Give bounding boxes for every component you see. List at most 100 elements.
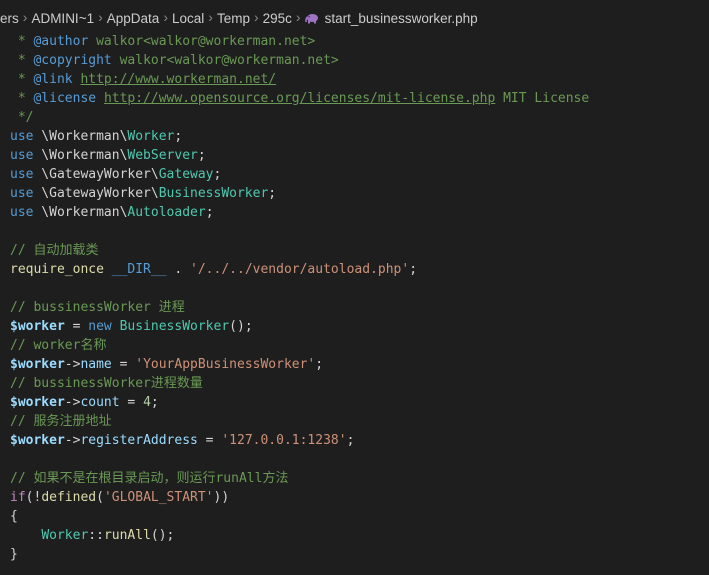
property: registerAddress <box>80 433 198 448</box>
punctuation: ( <box>96 490 104 505</box>
punctuation: (! <box>25 490 42 505</box>
operator: . <box>166 262 191 277</box>
variable: $worker <box>10 433 65 448</box>
breadcrumb-item-local[interactable]: Local <box>172 11 204 26</box>
control-keyword: if <box>10 490 26 505</box>
code-line-10: use \Workerman\Autoloader; <box>0 203 709 222</box>
code-line-16: $worker = new BusinessWorker(); <box>0 317 709 336</box>
breadcrumb-separator: › <box>295 9 301 25</box>
arrow-operator: -> <box>64 357 81 372</box>
comment-space <box>96 91 104 106</box>
keyword: use <box>10 167 34 182</box>
doc-tag: @link <box>33 72 73 87</box>
class-name: WebServer <box>127 148 198 163</box>
property: name <box>80 357 112 372</box>
breadcrumb-item-appdata[interactable]: AppData <box>107 11 160 26</box>
namespace: \GatewayWorker\ <box>33 167 159 182</box>
code-editor[interactable]: * @author walkor<walkor@workerman.net> *… <box>0 32 709 564</box>
function-name: require_once <box>10 262 104 277</box>
namespace: \Workerman\ <box>33 148 128 163</box>
breadcrumb-separator: › <box>98 9 103 25</box>
breadcrumb-item-admini[interactable]: ADMINI~1 <box>31 11 94 26</box>
property: count <box>80 395 120 410</box>
code-line-15: // bussinessWorker 进程 <box>10 300 185 315</box>
code-line-7: use \Workerman\WebServer; <box>0 146 709 165</box>
operator: = <box>64 319 89 334</box>
operator: = <box>197 433 222 448</box>
operator: = <box>119 395 144 410</box>
punctuation: ; <box>315 357 324 372</box>
comment-text: MIT License <box>495 91 590 106</box>
code-line-12: // 自动加载类 <box>10 243 99 258</box>
code-line-4: * @license http://www.opensource.org/lic… <box>0 89 709 108</box>
keyword: use <box>10 129 34 144</box>
code-line-20: $worker->count = 4; <box>0 393 709 412</box>
punctuation: )) <box>213 490 230 505</box>
class-name: Worker <box>41 528 89 543</box>
keyword: new <box>88 319 112 334</box>
code-line-6: use \Workerman\Worker; <box>0 127 709 146</box>
punctuation: ; <box>174 129 183 144</box>
comment-link[interactable]: http://www.workerman.net/ <box>80 72 276 87</box>
comment-text: walkor<walkor@workerman.net> <box>88 34 316 49</box>
comment-text: walkor<walkor@workerman.net> <box>111 53 339 68</box>
code-line-19: // bussinessWorker进程数量 <box>10 376 203 391</box>
breadcrumb: ers › ADMINI~1 › AppData › Local › Temp … <box>0 0 709 36</box>
comment-link[interactable]: http://www.opensource.org/licenses/mit-l… <box>104 91 495 106</box>
breadcrumb-separator: › <box>208 9 213 25</box>
breadcrumb-file-name[interactable]: start_businessworker.php <box>325 11 478 26</box>
php-elephant-icon <box>304 13 318 23</box>
doc-tag: @license <box>33 91 97 106</box>
code-line-2: * @copyright walkor<walkor@workerman.net… <box>0 51 709 70</box>
string-literal: 'YourAppBusinessWorker' <box>135 357 316 372</box>
code-line-25: if(!defined('GLOBAL_START')) <box>0 488 709 507</box>
code-line-17: // worker名称 <box>10 338 107 353</box>
punctuation: ; <box>150 395 159 410</box>
magic-constant: __DIR__ <box>111 262 167 277</box>
doc-tag: @copyright <box>33 53 112 68</box>
variable: $worker <box>10 319 65 334</box>
code-line-1: * @author walkor<walkor@workerman.net> <box>0 32 709 51</box>
class-name: BusinessWorker <box>158 186 269 201</box>
breadcrumb-item-295c[interactable]: 295c <box>263 11 292 26</box>
breadcrumb-separator: › <box>22 9 28 25</box>
punctuation: ; <box>268 186 277 201</box>
function-name: defined <box>41 490 97 505</box>
code-line-22: $worker->registerAddress = '127.0.0.1:12… <box>0 431 709 450</box>
code-line-18: $worker->name = 'YourAppBusinessWorker'; <box>0 355 709 374</box>
code-line-27: Worker::runAll(); <box>0 526 709 545</box>
string-literal: 'GLOBAL_START' <box>103 490 214 505</box>
code-line-8: use \GatewayWorker\Gateway; <box>0 165 709 184</box>
variable: $worker <box>10 357 65 372</box>
class-name: BusinessWorker <box>119 319 230 334</box>
comment-star: * <box>10 53 34 68</box>
namespace: \GatewayWorker\ <box>33 186 159 201</box>
punctuation: (); <box>150 528 175 543</box>
doc-tag: @author <box>33 34 89 49</box>
operator: = <box>111 357 136 372</box>
breadcrumb-item-users[interactable]: ers <box>0 11 19 26</box>
code-line-21: // 服务注册地址 <box>10 414 112 429</box>
keyword: use <box>10 186 34 201</box>
punctuation: ; <box>409 262 418 277</box>
code-line-26: { <box>10 509 18 524</box>
punctuation: ; <box>346 433 355 448</box>
namespace: \Workerman\ <box>33 205 128 220</box>
keyword: use <box>10 148 34 163</box>
comment-star: * <box>10 91 34 106</box>
breadcrumb-separator: › <box>163 9 168 25</box>
punctuation: ; <box>213 167 222 182</box>
punctuation: ; <box>197 148 206 163</box>
class-name: Gateway <box>158 167 214 182</box>
breadcrumb-item-temp[interactable]: Temp <box>217 11 250 26</box>
namespace: \Workerman\ <box>33 129 128 144</box>
keyword: use <box>10 205 34 220</box>
code-line-28: } <box>10 547 18 562</box>
comment-star: * <box>10 72 34 87</box>
code-line-9: use \GatewayWorker\BusinessWorker; <box>0 184 709 203</box>
